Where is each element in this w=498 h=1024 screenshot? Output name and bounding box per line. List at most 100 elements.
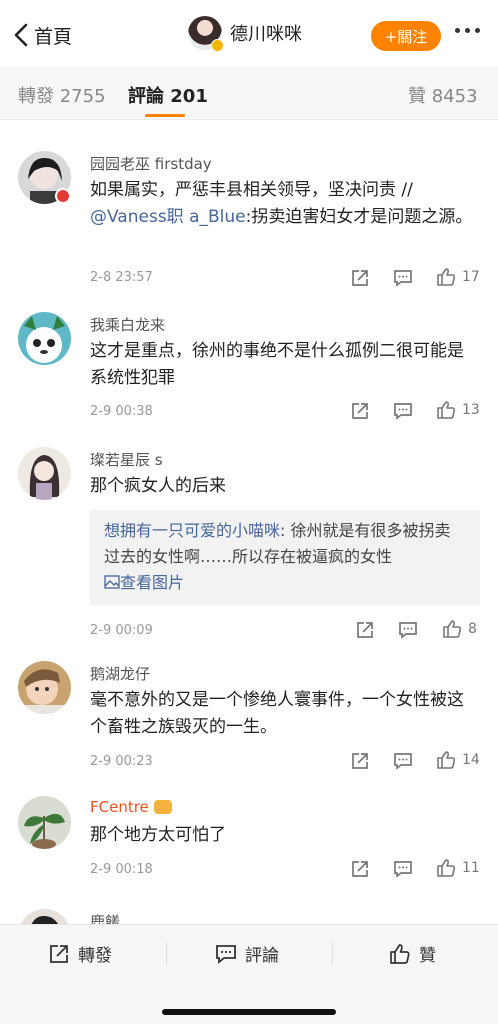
repost-comment-button[interactable] [350,268,370,288]
comment-text: 那个疯女人的后来 [90,476,226,496]
avatar[interactable] [18,661,71,714]
share-icon [50,944,68,963]
like-button[interactable]: 8 [442,619,477,639]
comment-list[interactable]: 园园老巫 firstday 如果属实，严惩丰县相关领导，坚决问责 // @Van… [0,121,498,924]
thumbs-up-icon [437,268,456,286]
comment-time: 2-9 00:38 [90,404,153,419]
comment-item: FCentre 那个地方太可怕了 2-9 00:18 11 [0,796,498,891]
share-icon [352,861,368,877]
active-tab-indicator [145,114,185,117]
thumbs-up-icon [437,859,456,877]
member-badge-icon [55,188,71,204]
view-image-link[interactable]: 查看图片 [104,573,184,592]
comment-time: 2-9 00:18 [90,862,153,877]
repost-comment-button[interactable] [350,859,370,879]
reply-button[interactable] [393,751,413,771]
tab-repost[interactable]: 轉發 2755 [18,82,106,108]
commenter-name-text: FCentre [90,798,149,816]
view-image-label: 查看图片 [120,573,185,592]
comment-text: 如果属实，严惩丰县相关领导，坚决问责 // @Vaness职 a_Blue:拐卖… [90,177,480,231]
repost-comment-button[interactable] [350,401,370,421]
divider [166,943,167,965]
home-indicator[interactable] [162,1009,336,1015]
like-button[interactable]: 17 [436,267,480,287]
like-button[interactable]: 13 [436,400,480,420]
like-count: 11 [462,860,480,876]
author-info[interactable]: 德川咪咪 [188,16,302,52]
comment-time: 2-9 00:23 [90,754,153,769]
repost-comment-button[interactable] [355,620,375,640]
comment-text: 毫不意外的又是一个惨绝人寰事件，一个女性被这个畜牲之族毁灭的一生。 [90,690,464,737]
reply-button[interactable] [398,620,418,640]
back-label: 首頁 [34,25,73,48]
like-count: 8 [468,621,477,637]
comment-time: 2-9 00:09 [90,623,153,638]
tab-comments[interactable]: 評論 201 [128,82,208,108]
comment-icon [216,944,236,964]
chevron-left-icon [14,23,28,47]
back-button[interactable]: 首頁 [12,18,72,52]
thumbs-up-icon [443,620,462,638]
comment-icon [394,270,412,287]
divider [332,943,333,965]
like-button[interactable]: 11 [436,858,480,878]
quote-user-link[interactable]: 想拥有一只可爱的小喵咪 [104,521,280,540]
thumbs-up-icon [437,401,456,419]
avatar[interactable] [18,796,71,849]
image-icon [104,575,120,589]
detail-tabs: 轉發 2755 評論 201 贊 8453 [0,66,498,120]
author-name: 德川咪咪 [230,24,302,45]
repost-button[interactable]: 轉發 [48,941,112,966]
commenter-name[interactable]: 鹅湖龙仔 [90,663,150,684]
like-button[interactable]: 14 [436,750,480,770]
mention-link[interactable]: @Vaness职 a_Blue [90,207,246,227]
thumbs-up-icon [437,751,456,769]
commenter-name[interactable]: 璨若星辰 s [90,449,163,470]
like-count: 17 [462,269,480,285]
commenter-name[interactable]: FCentre [90,798,172,816]
comment-text: 那个地方太可怕了 [90,825,226,845]
comment-icon [394,403,412,420]
commenter-name[interactable]: 我乘白龙来 [90,314,165,335]
comment-body-cont: :拐卖迫害妇女才是问题之源。 [245,207,473,227]
reply-button[interactable] [393,268,413,288]
reply-button[interactable] [393,859,413,879]
comment-item: 璨若星辰 s 那个疯女人的后来 想拥有一只可爱的小喵咪: 徐州就是有很多被拐卖过… [0,447,498,647]
avatar[interactable] [18,312,71,365]
share-icon [352,403,368,419]
tab-likes[interactable]: 贊 8453 [408,82,478,108]
comment-body: 如果属实，严惩丰县相关领导，坚决问责 // [90,180,413,200]
comment-icon [394,753,412,770]
share-icon [357,622,373,638]
follow-button[interactable]: +關注 [371,21,441,51]
comment-item: 我乘白龙来 这才是重点，徐州的事绝不是什么孤例二很可能是系统性犯罪 2-9 00… [0,312,498,432]
more-options-icon[interactable] [455,28,480,33]
repost-comment-button[interactable] [350,751,370,771]
crown-icon [153,800,172,814]
commenter-name[interactable]: 园园老巫 firstday [90,153,212,174]
share-icon [352,753,368,769]
bottom-action-bar: 轉發 評論 贊 [0,924,498,1024]
repost-label: 轉發 [78,946,112,966]
like-count: 14 [462,752,480,768]
comment-time: 2-8 23:57 [90,270,153,285]
commenter-name[interactable]: 鹿饈 [90,911,120,924]
thumbs-up-icon [390,943,410,964]
reply-button[interactable] [393,401,413,421]
avatar[interactable] [18,447,71,500]
share-icon [352,270,368,286]
like-label: 贊 [419,946,436,966]
quoted-comment[interactable]: 想拥有一只可爱的小喵咪: 徐州就是有很多被拐卖过去的女性啊……所以存在被逼疯的女… [90,510,480,605]
like-post-button[interactable]: 贊 [389,941,436,966]
avatar[interactable] [18,909,71,924]
top-nav-bar: 首頁 德川咪咪 +關注 [0,0,498,66]
previous-comment-edge [0,121,498,125]
author-avatar[interactable] [188,16,224,52]
verified-badge-icon [211,39,224,52]
comment-button[interactable]: 評論 [215,941,279,966]
comment-label: 評論 [245,946,279,966]
comment-icon [399,622,417,639]
comment-icon [394,861,412,878]
comment-text: 这才是重点，徐州的事绝不是什么孤例二很可能是系统性犯罪 [90,341,464,388]
comment-item: 鹿饈 [0,909,498,924]
